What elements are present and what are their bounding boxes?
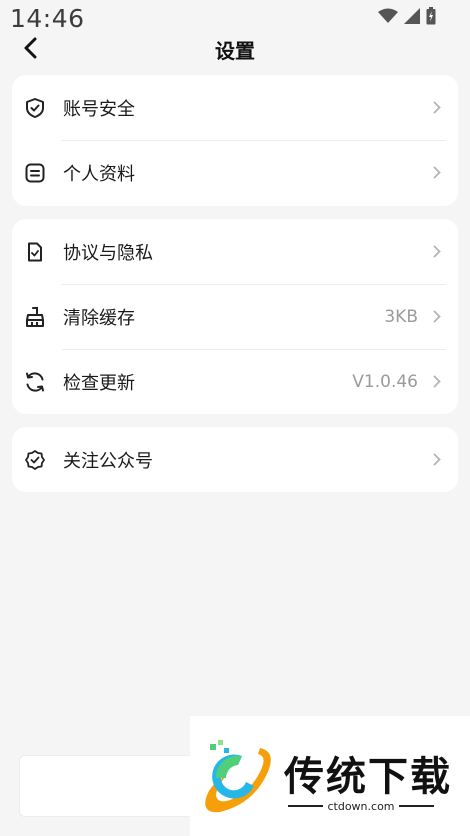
chevron-right-icon — [432, 245, 442, 259]
nav-bar: 设置 — [0, 28, 470, 68]
version-value: V1.0.46 — [352, 371, 418, 392]
cellular-signal-icon — [404, 8, 420, 24]
bottom-action-box[interactable] — [19, 755, 219, 817]
settings-row-account-security[interactable]: 账号安全 — [12, 75, 458, 140]
settings-group-social: 关注公众号 — [12, 427, 458, 492]
page-title: 设置 — [215, 39, 255, 63]
settings-row-clear-cache[interactable]: 清除缓存 3KB — [12, 284, 458, 349]
settings-row-label: 协议与隐私 — [63, 242, 153, 264]
settings-row-label: 关注公众号 — [63, 450, 153, 472]
status-icons — [378, 7, 436, 25]
watermark-text: 传统下载 — [284, 754, 452, 800]
document-check-icon — [24, 241, 46, 263]
settings-row-follow-official-account[interactable]: 关注公众号 — [12, 427, 458, 492]
watermark-logo — [205, 740, 271, 813]
refresh-icon — [24, 371, 46, 393]
watermark-url: ctdown.com — [284, 798, 438, 814]
settings-row-label: 账号安全 — [63, 98, 135, 120]
settings-group-system: 协议与隐私 清除缓存 3KB 检查更新 V1.0.46 — [12, 219, 458, 414]
chevron-right-icon — [432, 375, 442, 389]
badge-check-icon — [24, 449, 46, 471]
wifi-icon — [378, 8, 398, 23]
chevron-right-icon — [432, 101, 442, 115]
broom-icon — [24, 306, 46, 328]
battery-icon — [426, 7, 436, 25]
settings-row-label: 清除缓存 — [63, 307, 135, 329]
chevron-right-icon — [432, 453, 442, 467]
chevron-right-icon — [432, 166, 442, 180]
cache-size-value: 3KB — [384, 306, 418, 327]
settings-row-label: 个人资料 — [63, 163, 135, 185]
settings-row-label: 检查更新 — [63, 372, 135, 394]
settings-row-profile[interactable]: 个人资料 — [12, 140, 458, 205]
profile-card-icon — [24, 162, 46, 184]
shield-check-icon — [24, 97, 46, 119]
settings-row-agreement-privacy[interactable]: 协议与隐私 — [12, 219, 458, 284]
settings-row-check-update[interactable]: 检查更新 V1.0.46 — [12, 349, 458, 414]
settings-group-account: 账号安全 个人资料 — [12, 75, 458, 206]
chevron-right-icon — [432, 310, 442, 324]
watermark: 传统下载 ctdown.com — [190, 716, 470, 836]
